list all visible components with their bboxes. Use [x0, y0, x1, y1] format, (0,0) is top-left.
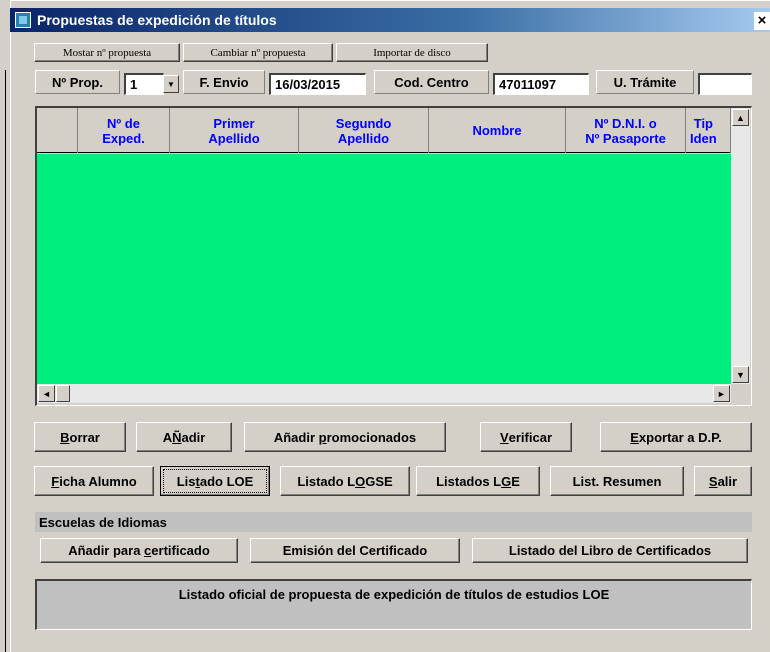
col-nombre[interactable]: Nombre [429, 108, 566, 153]
accel-key: S [708, 473, 718, 489]
button-label: icha Alumno [59, 473, 137, 489]
button-label: adir [181, 429, 206, 445]
centro-label: Cod. Centro [374, 70, 489, 94]
button-label: A [162, 429, 173, 445]
accel-key: V [499, 429, 509, 445]
window-title: Propuestas de expedición de títulos [37, 12, 277, 28]
scroll-up-icon[interactable]: ▲ [732, 109, 749, 126]
listado-loe-button[interactable]: Lis t ado LOE [160, 466, 270, 496]
button-label: xportar a D.P. [638, 429, 722, 445]
listado-logse-button[interactable]: Listado L O GSE [280, 466, 410, 496]
row-selector-header [37, 108, 78, 153]
divider [5, 70, 6, 652]
button-label: ertificado [151, 543, 210, 558]
exportar-dp-button[interactable]: Exportar a D.P. [600, 422, 752, 452]
prop-label: Nº Prop. [35, 70, 120, 94]
button-label: erificar [508, 429, 553, 445]
listados-lge-button[interactable]: Listados LGE [416, 466, 540, 496]
button-label: Listados L [436, 473, 502, 489]
accel-key: O [355, 473, 366, 489]
prop-select[interactable]: 1 [124, 73, 164, 95]
salir-button[interactable]: Salir [694, 466, 752, 496]
centro-field[interactable]: 47011097 [493, 73, 589, 95]
importar-disco-button[interactable]: Importar de disco [336, 43, 488, 62]
button-label: Listado L [297, 473, 356, 489]
accel-key: E [630, 429, 639, 445]
accel-key: F [51, 473, 60, 489]
idiomas-section-label: Escuelas de Idiomas [35, 512, 752, 532]
listado-libro-certificados-button[interactable]: Listado del Libro de Certificados [472, 538, 748, 563]
dropdown-arrow-icon[interactable]: ▼ [163, 75, 179, 93]
app-icon [15, 12, 31, 28]
button-label: List. Resumen [572, 473, 662, 489]
status-description: Listado oficial de propuesta de expedici… [35, 579, 752, 630]
col-dni-pasaporte[interactable]: Nº D.N.I. o Nº Pasaporte [566, 108, 686, 153]
anadir-certificado-button[interactable]: Añadir para c ertificado [40, 538, 238, 563]
envio-label: F. Envio [183, 70, 265, 94]
anadir-promocionados-button[interactable]: Añadir p romocionados [244, 422, 446, 452]
button-label: Lis [176, 473, 196, 489]
button-label: Añadir para [68, 543, 145, 558]
scroll-corner [731, 384, 750, 403]
anadir-button[interactable]: A Ñadir [136, 422, 232, 452]
button-label: E [511, 473, 520, 489]
vertical-scrollbar[interactable] [731, 108, 750, 384]
borrar-button[interactable]: Borrar [34, 422, 126, 452]
button-label: romocionados [326, 429, 417, 445]
button-label: Añadir [273, 429, 319, 445]
close-button[interactable]: × [754, 12, 770, 30]
grid-body[interactable] [37, 154, 731, 384]
button-label: GSE [365, 473, 393, 489]
col-segundo-apellido[interactable]: Segundo Apellido [299, 108, 429, 153]
col-tipo-identificacion[interactable]: Tip Iden [686, 108, 731, 153]
accel-key: B [60, 429, 70, 445]
verificar-button[interactable]: Verificar [480, 422, 572, 452]
cambiar-propuesta-button[interactable]: Cambiar nº propuesta [183, 43, 333, 62]
accel-key: c [144, 543, 152, 558]
button-label: ado LOE [199, 473, 254, 489]
col-primer-apellido[interactable]: Primer Apellido [170, 108, 299, 153]
tramite-field[interactable] [698, 73, 752, 95]
mostrar-propuesta-button[interactable]: Mostar nº propuesta [34, 43, 180, 62]
accel-key: Ñ [172, 429, 182, 445]
horizontal-scrollbar[interactable] [37, 384, 731, 403]
scroll-thumb[interactable] [56, 385, 70, 402]
tramite-label: U. Trámite [596, 70, 694, 94]
scroll-left-icon[interactable]: ◄ [38, 385, 55, 402]
ficha-alumno-button[interactable]: Ficha Alumno [34, 466, 154, 496]
scroll-right-icon[interactable]: ► [713, 385, 730, 402]
accel-key: p [318, 429, 327, 445]
emision-certificado-button[interactable]: Emisión del Certificado [250, 538, 460, 563]
accel-key: G [501, 473, 512, 489]
button-label: orrar [69, 429, 100, 445]
scroll-down-icon[interactable]: ▼ [732, 366, 749, 383]
list-resumen-button[interactable]: List. Resumen [550, 466, 684, 496]
envio-field[interactable]: 16/03/2015 [269, 73, 366, 95]
button-label: alir [717, 473, 738, 489]
col-expediente[interactable]: Nº de Exped. [78, 108, 170, 153]
